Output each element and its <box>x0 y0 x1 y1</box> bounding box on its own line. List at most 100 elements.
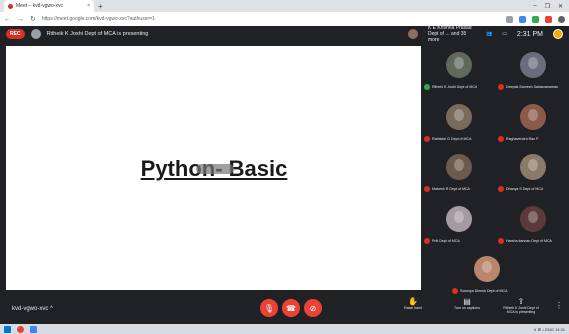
participant-avatar <box>520 104 546 130</box>
participant-name-row: Raghavendra Rao P <box>498 136 566 142</box>
mic-off-icon <box>424 84 430 90</box>
chat-icon[interactable]: ▭ <box>502 31 507 37</box>
participant-tile[interactable]: Priti Dept of MCA <box>424 204 492 248</box>
window-controls: – ❐ ✕ <box>533 3 569 10</box>
participant-tile[interactable]: Mahesh R Dept of MCA <box>424 152 492 196</box>
participant-tile[interactable]: Raghavendra Rao P <box>498 102 566 146</box>
participant-avatar <box>446 104 472 130</box>
explorer-taskbar-icon[interactable] <box>30 325 37 333</box>
pointer-highlight <box>196 164 234 174</box>
captions-button[interactable]: ▤ Turn on captions <box>447 297 487 314</box>
pinned-avatar <box>407 29 418 39</box>
participant-tile[interactable]: Harsha kannan Dept of MCA <box>498 204 566 248</box>
raise-hand-label: Raise hand <box>404 306 422 310</box>
participant-avatar <box>520 154 546 180</box>
participant-tile[interactable]: Ritheik K Joshi Dept of MCA <box>424 50 492 94</box>
close-window-button[interactable]: ✕ <box>558 3 563 10</box>
top-right-area: K E Krishna Prasad Dept of ... and 35 mo… <box>407 25 563 43</box>
system-tray: ∧ ⊞ ♪ ENG 14:31 <box>533 326 565 332</box>
mic-off-icon <box>498 186 504 192</box>
meeting-controls-bar: kvd-vgwo-xvc ^ 🎙 ☎ ⊘ ✋ Raise hand ▤ Turn… <box>0 294 569 324</box>
raise-hand-button[interactable]: ✋ Raise hand <box>393 297 433 314</box>
tab-close-icon[interactable]: × <box>87 3 90 9</box>
participant-tile[interactable]: Dhanya S Dept of MCA <box>498 152 566 196</box>
meeting-details-button[interactable]: kvd-vgwo-xvc ^ <box>12 306 53 312</box>
chrome-taskbar-icon[interactable] <box>17 325 24 333</box>
participant-avatar <box>446 52 472 78</box>
hangup-icon: ☎ <box>286 303 296 313</box>
presenting-text: Ritheik K Joshi Dept of MCA is presentin… <box>46 31 149 37</box>
participant-name: Harsha kannan Dept of MCA <box>506 239 552 243</box>
profile-avatar[interactable] <box>558 15 565 23</box>
camera-off-icon: ⊘ <box>309 303 317 313</box>
meet-topbar: REC Ritheik K Joshi Dept of MCA is prese… <box>0 25 569 43</box>
participant-name: Raghavendra Rao P <box>506 137 539 141</box>
participant-name: Rathishri G Dept of MCA <box>432 137 472 141</box>
my-avatar[interactable] <box>553 29 563 39</box>
extension-icon[interactable] <box>532 15 539 23</box>
more-options-icon[interactable]: ⋮ <box>555 301 563 314</box>
participant-avatar <box>446 154 472 180</box>
camera-toggle-button[interactable]: ⊘ <box>304 299 322 317</box>
tab-strip: Meet – kvd-vgwo-xvc × + – ❐ ✕ <box>0 0 569 12</box>
participants-icon[interactable]: 👥 <box>486 31 492 37</box>
participant-name: Deepak Sarvesh Sahasranaman <box>506 85 558 89</box>
present-icon: ⇪ <box>517 297 525 306</box>
extension-icon[interactable] <box>545 15 552 23</box>
browser-chrome: Meet – kvd-vgwo-xvc × + – ❐ ✕ ← → ↻ http… <box>0 0 569 26</box>
extension-icon[interactable] <box>519 15 526 23</box>
mic-off-icon: 🎙 <box>263 303 275 313</box>
new-tab-button[interactable]: + <box>98 2 103 11</box>
address-row: ← → ↻ https://meet.google.com/kvd-vgwo-x… <box>0 12 569 26</box>
participant-name-row: Harsha kannan Dept of MCA <box>498 238 566 244</box>
participant-grid: Ritheik K Joshi Dept of MCA Deepak Sarve… <box>422 46 568 294</box>
mic-off-icon <box>424 136 430 142</box>
leave-call-button[interactable]: ☎ <box>282 299 300 317</box>
minimize-button[interactable]: – <box>533 3 536 10</box>
meet-favicon-icon <box>8 3 13 9</box>
participant-avatar <box>520 206 546 232</box>
participant-avatar <box>474 256 500 282</box>
windows-start-icon[interactable] <box>4 325 11 333</box>
browser-tab[interactable]: Meet – kvd-vgwo-xvc × <box>4 0 94 12</box>
participant-name-row: Mahesh R Dept of MCA <box>424 186 492 192</box>
mic-off-icon <box>424 186 430 192</box>
participant-name-row: Deepak Sarvesh Sahasranaman <box>498 84 566 90</box>
participant-avatar <box>446 206 472 232</box>
captions-label: Turn on captions <box>454 306 480 310</box>
mic-off-icon <box>498 84 504 90</box>
participant-name: Priti Dept of MCA <box>432 239 460 243</box>
pinned-text: K E Krishna Prasad Dept of ... and 35 mo… <box>427 25 472 43</box>
mic-off-icon <box>498 238 504 244</box>
extension-icon[interactable] <box>506 15 513 23</box>
participant-name: Sowmya Dinesh Dept of MCA <box>460 289 508 293</box>
extension-icons <box>506 15 565 23</box>
clock: 2:31 PM <box>516 30 543 38</box>
maximize-button[interactable]: ❐ <box>545 3 550 10</box>
hand-icon: ✋ <box>408 297 418 306</box>
os-taskbar: ∧ ⊞ ♪ ENG 14:31 <box>0 324 569 334</box>
url-bar[interactable]: https://meet.google.com/kvd-vgwo-xvc?aut… <box>42 16 506 22</box>
participant-name: Dhanya S Dept of MCA <box>506 187 544 191</box>
present-label: Ritheik K Joshi Dept of MCA is presentin… <box>503 306 539 314</box>
forward-icon[interactable]: → <box>17 16 24 23</box>
presenter-avatar <box>30 29 41 39</box>
participant-name: Ritheik K Joshi Dept of MCA <box>432 85 478 89</box>
tab-title: Meet – kvd-vgwo-xvc <box>16 3 63 9</box>
present-button[interactable]: ⇪ Ritheik K Joshi Dept of MCA is present… <box>501 297 541 314</box>
right-controls: ✋ Raise hand ▤ Turn on captions ⇪ Rithei… <box>393 297 563 314</box>
participant-tile[interactable]: Rathishri G Dept of MCA <box>424 102 492 146</box>
participant-tile[interactable]: Deepak Sarvesh Sahasranaman <box>498 50 566 94</box>
mic-off-icon <box>424 238 430 244</box>
back-icon[interactable]: ← <box>4 16 11 23</box>
recording-badge: REC <box>6 29 25 39</box>
captions-icon: ▤ <box>463 297 471 306</box>
participant-name-row: Priti Dept of MCA <box>424 238 492 244</box>
participant-avatar <box>520 52 546 78</box>
mic-off-icon <box>498 136 504 142</box>
participant-name-row: Dhanya S Dept of MCA <box>498 186 566 192</box>
reload-icon[interactable]: ↻ <box>30 15 36 23</box>
mic-toggle-button[interactable]: 🎙 <box>260 299 278 317</box>
participant-tile[interactable]: Sowmya Dinesh Dept of MCA <box>452 254 520 298</box>
participant-name: Mahesh R Dept of MCA <box>432 187 470 191</box>
